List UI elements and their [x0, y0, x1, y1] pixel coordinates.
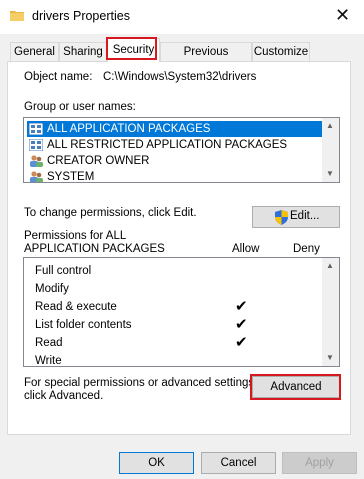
permissions-scrollbar[interactable]: ▲ ▼ [322, 258, 339, 366]
permissions-for-label: Permissions for ALL [24, 230, 127, 242]
apply-button[interactable]: Apply [282, 452, 357, 474]
list-item-label: ALL RESTRICTED APPLICATION PACKAGES [47, 139, 288, 151]
permission-name: Full control [35, 265, 92, 277]
ok-button[interactable]: OK [119, 452, 194, 474]
package-group-icon [29, 139, 43, 151]
allow-check-icon: ✔ [235, 334, 248, 351]
object-name-label: Object name: [24, 71, 93, 83]
object-name-value: C:\Windows\System32\drivers [103, 71, 257, 83]
advanced-button-highlight [250, 374, 341, 400]
list-item[interactable]: ALL APPLICATION PACKAGES [27, 121, 323, 137]
users-icon [30, 155, 43, 167]
permission-name: Read [35, 337, 63, 349]
close-icon[interactable]: ✕ [335, 6, 350, 24]
change-permissions-text: To change permissions, click Edit. [24, 207, 197, 219]
table-row: Write [35, 352, 325, 367]
allow-column-header: Allow [232, 243, 260, 255]
deny-column-header: Deny [293, 243, 320, 255]
tab-sharing[interactable]: Sharing [59, 42, 107, 61]
special-permissions-text-2: click Advanced. [24, 390, 104, 402]
list-item-label: SYSTEM [47, 171, 95, 183]
table-row: List folder contents ✔ [35, 316, 325, 334]
window-title: drivers Properties [32, 9, 130, 23]
list-item-label: CREATOR OWNER [47, 155, 150, 167]
permission-name: List folder contents [35, 319, 132, 331]
list-item[interactable]: SYSTEM [27, 169, 323, 183]
scroll-down-icon[interactable]: ▼ [326, 170, 334, 178]
tab-general[interactable]: General [10, 42, 59, 61]
folder-icon [10, 11, 24, 21]
group-user-list[interactable]: ALL APPLICATION PACKAGES ALL RESTRICTED … [23, 117, 340, 183]
cancel-button[interactable]: Cancel [201, 452, 276, 474]
table-row: Full control [35, 262, 325, 280]
tab-previous-versions[interactable]: Previous Versions [160, 42, 252, 77]
permission-name: Write [35, 355, 62, 367]
package-group-icon [29, 123, 43, 135]
allow-check-icon: ✔ [235, 298, 248, 315]
edit-button[interactable]: Edit... [252, 206, 340, 228]
group-list-scrollbar[interactable]: ▲ ▼ [322, 118, 339, 182]
allow-check-icon: ✔ [235, 316, 248, 333]
uac-shield-icon [275, 210, 288, 225]
scroll-up-icon[interactable]: ▲ [326, 262, 334, 270]
special-permissions-text: For special permissions or advanced sett… [24, 377, 258, 389]
table-row: Read & execute ✔ [35, 298, 325, 316]
tab-customize[interactable]: Customize [252, 42, 310, 61]
permission-name: Modify [35, 283, 69, 295]
permissions-for-principal: APPLICATION PACKAGES [24, 243, 165, 255]
users-icon [30, 171, 43, 182]
security-tab-highlight [106, 37, 157, 60]
table-row: Modify [35, 280, 325, 298]
list-item[interactable]: CREATOR OWNER [27, 153, 323, 169]
permissions-list[interactable]: Full control Modify Read & execute ✔ Lis… [23, 257, 340, 367]
list-item[interactable]: ALL RESTRICTED APPLICATION PACKAGES [27, 137, 323, 153]
table-row: Read ✔ [35, 334, 325, 352]
permission-name: Read & execute [35, 301, 117, 313]
scroll-down-icon[interactable]: ▼ [326, 354, 334, 362]
edit-button-label: Edit... [290, 210, 320, 222]
scroll-up-icon[interactable]: ▲ [326, 122, 334, 130]
group-names-label: Group or user names: [24, 101, 136, 113]
list-item-label: ALL APPLICATION PACKAGES [47, 123, 211, 135]
